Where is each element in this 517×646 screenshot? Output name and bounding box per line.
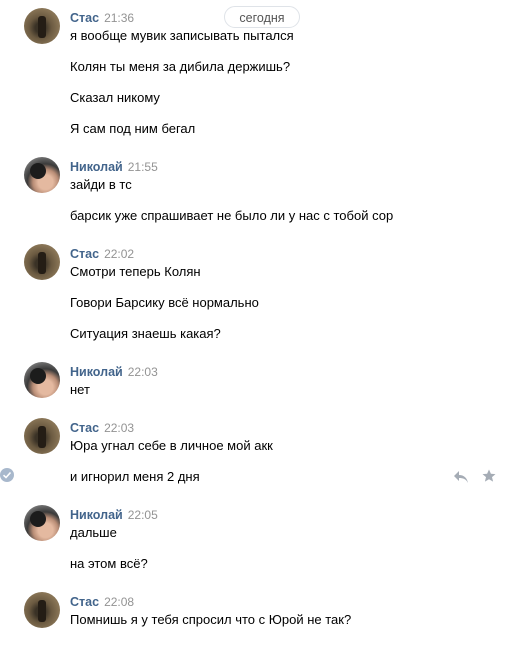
author-name[interactable]: Николай (70, 508, 123, 522)
avatar-figure (30, 163, 46, 179)
message-text: зайди в тс (70, 177, 132, 192)
message-text: Смотри теперь Колян (70, 264, 201, 279)
message-text: Сказал никому (70, 90, 160, 105)
message-text: Ситуация знаешь какая? (70, 326, 221, 341)
author-name[interactable]: Николай (70, 160, 123, 174)
message-text: нет (70, 382, 90, 397)
author-name[interactable]: Стас (70, 421, 99, 435)
avatar[interactable] (24, 244, 60, 280)
avatar[interactable] (24, 505, 60, 541)
message-time[interactable]: 22:02 (104, 247, 134, 261)
message-header: Стас 22:02 (70, 246, 134, 262)
date-separator-pill: сегодня (224, 6, 300, 28)
message-header: Николай 21:55 (70, 159, 158, 175)
message-header: Стас 22:03 (70, 420, 134, 436)
message-text: Говори Барсику всё нормально (70, 295, 259, 310)
message-text: Колян ты меня за дибила держишь? (70, 59, 291, 74)
star-icon[interactable] (482, 469, 496, 483)
message-time[interactable]: 22:08 (104, 595, 134, 609)
message-time[interactable]: 21:55 (128, 160, 158, 174)
message-text: на этом всё? (70, 556, 148, 571)
message-text: дальше (70, 525, 117, 540)
avatar-figure (30, 511, 46, 527)
author-name[interactable]: Николай (70, 365, 123, 379)
author-name[interactable]: Стас (70, 247, 99, 261)
message-feed: Стас 21:36 я вообще мувик записывать пыта… (0, 0, 517, 646)
message-time[interactable]: 21:36 (104, 11, 134, 25)
message-text: барсик уже спрашивает не было ли у нас с… (70, 208, 394, 223)
message-header: Николай 22:03 (70, 364, 158, 380)
avatar[interactable] (24, 418, 60, 454)
message-header: Стас 22:08 (70, 594, 134, 610)
message-text: я вообще мувик записывать пытался (70, 28, 294, 43)
message-text: и игнорил меня 2 дня (70, 469, 200, 484)
avatar[interactable] (24, 8, 60, 44)
avatar-figure (38, 252, 46, 274)
avatar-figure (38, 600, 46, 622)
message-text: Помнишь я у тебя спросил что с Юрой не т… (70, 612, 352, 627)
avatar-figure (30, 368, 46, 384)
message-header: Стас 21:36 (70, 10, 134, 26)
avatar[interactable] (24, 592, 60, 628)
check-circle-icon[interactable] (0, 468, 14, 482)
reply-icon[interactable] (453, 470, 469, 484)
message-text: Юра угнал себе в личное мой акк (70, 438, 273, 453)
author-name[interactable]: Стас (70, 595, 99, 609)
message-time[interactable]: 22:03 (128, 365, 158, 379)
avatar-figure (38, 16, 46, 38)
author-name[interactable]: Стас (70, 11, 99, 25)
message-text: Я сам под ним бегал (70, 121, 196, 136)
message-time[interactable]: 22:03 (104, 421, 134, 435)
avatar-figure (38, 426, 46, 448)
avatar[interactable] (24, 362, 60, 398)
message-time[interactable]: 22:05 (128, 508, 158, 522)
avatar[interactable] (24, 157, 60, 193)
message-header: Николай 22:05 (70, 507, 158, 523)
